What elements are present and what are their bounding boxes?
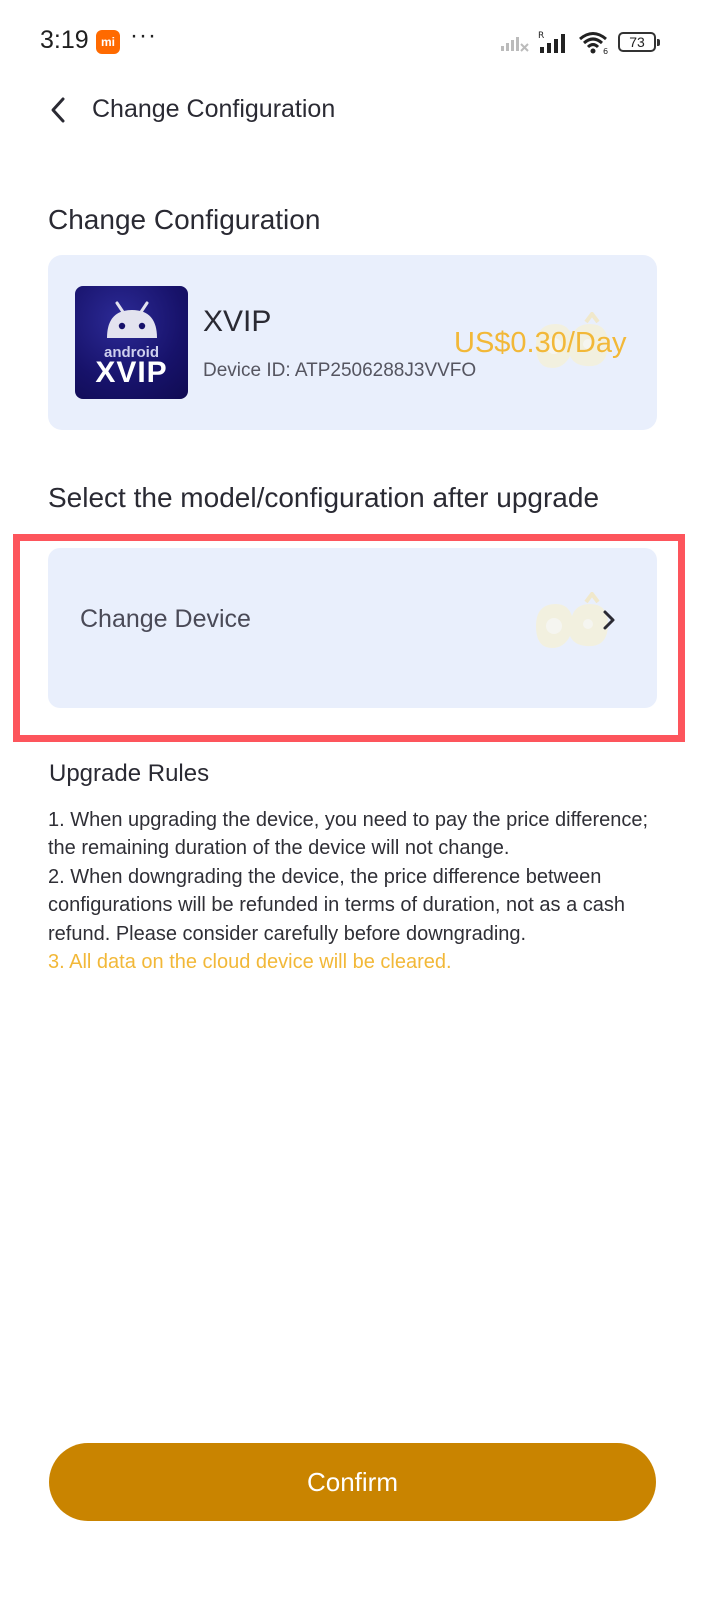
upgrade-heading: Select the model/configuration after upg… (48, 482, 600, 513)
rule-item: 1. When upgrading the device, you need t… (48, 809, 649, 860)
rule-item: 2. When downgrading the device, the pric… (48, 865, 625, 945)
device-price: US$0.30/Day (454, 327, 627, 359)
chevron-right-icon[interactable] (598, 608, 620, 632)
rule-item-warning: 3. All data on the cloud device will be … (48, 951, 452, 974)
wifi-icon: 6 (579, 32, 608, 54)
status-time: 3:19 (40, 26, 89, 54)
rules-list: 1. When upgrading the device, you need t… (48, 806, 658, 976)
back-button[interactable] (40, 92, 76, 128)
signal-icon: R (538, 31, 565, 53)
chevron-left-icon (51, 97, 65, 123)
page-title: Change Configuration (92, 95, 336, 123)
android-robot-icon (107, 301, 157, 338)
confirm-button[interactable]: Confirm (49, 1443, 656, 1521)
signal-muted-icon (501, 37, 529, 52)
battery-icon: 73 (618, 32, 660, 52)
device-logo: android XVIP (75, 286, 188, 399)
svg-text:6: 6 (603, 47, 608, 54)
more-notifications-icon: ··· (130, 22, 157, 49)
mi-notification-icon: mi (96, 30, 120, 54)
rules-heading: Upgrade Rules (49, 760, 210, 787)
current-config-heading: Change Configuration (48, 204, 321, 235)
svg-text:R: R (538, 31, 544, 41)
device-name: XVIP (203, 305, 272, 338)
status-icons: R 6 73 (500, 28, 660, 56)
device-id: Device ID: ATP2506288J3VVFO (203, 360, 477, 381)
change-device-label: Change Device (80, 605, 251, 633)
logo-text-xvip: XVIP (95, 356, 168, 389)
